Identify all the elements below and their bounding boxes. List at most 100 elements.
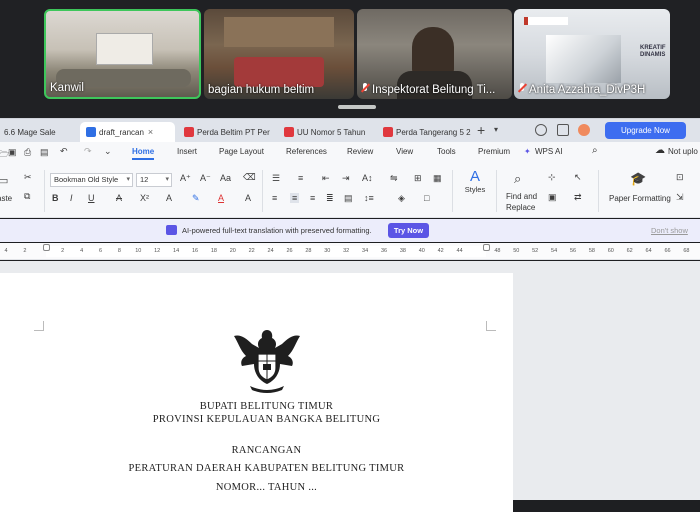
cursor-icon[interactable]: ↖ xyxy=(574,172,582,183)
cloud-status[interactable]: Not uplo xyxy=(668,147,698,156)
align-center-icon[interactable]: ≡ xyxy=(290,193,300,203)
justify-icon[interactable]: ≣ xyxy=(326,193,334,204)
strikethrough-icon[interactable]: A xyxy=(116,193,122,203)
image-icon[interactable]: ▣ xyxy=(548,192,557,203)
line-spacing-icon[interactable]: ↕≡ xyxy=(364,193,374,203)
doc-line-rancangan[interactable]: RANCANGAN xyxy=(0,445,533,456)
ruler-tick-label: 42 xyxy=(437,248,444,254)
numbering-icon[interactable]: ≡ xyxy=(298,173,303,183)
shading-icon[interactable]: ◈ xyxy=(398,193,405,204)
show-marks-icon[interactable]: ⇋ xyxy=(390,173,398,184)
sort-icon[interactable]: A↕ xyxy=(362,173,373,183)
menu-review[interactable]: Review xyxy=(347,147,373,156)
upgrade-now-button[interactable]: Upgrade Now xyxy=(605,122,686,139)
dont-show-link[interactable]: Don't show xyxy=(651,226,688,235)
tab-mage-sale[interactable]: 6.6 Mage Sale xyxy=(0,122,76,143)
text-effect-icon[interactable]: A xyxy=(166,193,172,203)
copy-icon[interactable]: ⧉ xyxy=(24,191,30,202)
increase-indent-icon[interactable]: ⇥ xyxy=(342,173,350,184)
font-size-select[interactable]: 12 ▾ xyxy=(136,173,172,187)
char-shading-icon[interactable]: A xyxy=(245,193,251,203)
ribbon-more-icon[interactable]: ⇲ xyxy=(676,192,684,203)
paste-icon[interactable]: ▭ xyxy=(0,174,8,187)
print-icon[interactable]: ⎙ xyxy=(24,147,31,158)
styles-button[interactable]: A Styles xyxy=(458,168,492,212)
menu-page-layout[interactable]: Page Layout xyxy=(219,147,264,156)
borders-icon[interactable]: ⊞ xyxy=(414,173,422,184)
ruler-tick-label: 60 xyxy=(607,248,614,254)
history-icon[interactable] xyxy=(535,124,547,136)
font-color-icon[interactable]: A xyxy=(218,193,224,203)
ruler-tick-label: 44 xyxy=(456,248,463,254)
horizontal-ruler[interactable]: 4 2 2 4 6 8 10 12 14 16 18 20 22 24 26 28 30 32 34 36 38 40 42… xyxy=(0,243,700,260)
align-left-icon[interactable]: ≡ xyxy=(272,193,277,203)
menu-insert[interactable]: Insert xyxy=(177,147,197,156)
cut-icon[interactable]: ✂ xyxy=(24,172,32,183)
participant-tile-inspektorat[interactable]: Inspektorat Belitung Ti... xyxy=(357,9,512,99)
border-box-icon[interactable]: □ xyxy=(424,193,429,203)
right-indent-marker[interactable] xyxy=(483,244,490,251)
tab-perda-tangerang[interactable]: Perda Tangerang 5 2 xyxy=(377,122,471,143)
highlight-icon[interactable]: ✎ xyxy=(192,193,200,204)
grow-font-icon[interactable]: A⁺ xyxy=(180,173,191,184)
change-case-icon[interactable]: Aa xyxy=(220,173,231,183)
new-tab-icon[interactable]: + xyxy=(477,122,485,138)
clear-format-icon[interactable]: ⌫ xyxy=(243,172,256,183)
doc-line-provinsi[interactable]: PROVINSI KEPULAUAN BANGKA BELITUNG xyxy=(0,414,533,425)
ruler-tick-label: 20 xyxy=(229,248,236,254)
doc-line-nomor[interactable]: NOMOR... TAHUN ... xyxy=(0,482,533,493)
paper-formatting-label[interactable]: Paper Formatting xyxy=(609,194,671,203)
redo-icon[interactable]: ↷ xyxy=(84,146,92,157)
underline-icon[interactable]: U xyxy=(88,193,95,203)
decrease-indent-icon[interactable]: ⇤ xyxy=(322,173,330,184)
undo-icon[interactable]: ↶ xyxy=(60,146,68,157)
try-now-button[interactable]: Try Now xyxy=(388,223,429,238)
distributed-icon[interactable]: ▤ xyxy=(344,193,353,204)
align-right-icon[interactable]: ≡ xyxy=(310,193,315,203)
avatar[interactable] xyxy=(578,124,590,136)
chevron-down-icon[interactable]: ⌄ xyxy=(104,146,112,157)
tab-perda-beltim[interactable]: Perda Beltim PT Per xyxy=(178,122,274,143)
menu-premium[interactable]: Premium xyxy=(478,147,510,156)
paste-label[interactable]: aste xyxy=(0,194,12,203)
participant-tile-bagian-hukum[interactable]: bagian hukum beltim xyxy=(204,9,354,99)
find-replace-label-1[interactable]: Find and xyxy=(506,192,537,201)
scroll-indicator[interactable] xyxy=(338,105,376,109)
search-icon[interactable]: ⌕ xyxy=(592,145,598,156)
ruler-tick-label: 34 xyxy=(362,248,369,254)
menu-references[interactable]: References xyxy=(286,147,327,156)
ruler-tick-label: 12 xyxy=(154,248,161,254)
participant-tile-anita[interactable]: KREATIF DINAMIS Anita Azzahra_DivP3H xyxy=(514,9,670,99)
menu-view[interactable]: View xyxy=(396,147,413,156)
search-icon[interactable]: ⌕ xyxy=(514,171,521,187)
menu-wps-ai[interactable]: WPS AI xyxy=(535,147,563,156)
window-icon[interactable] xyxy=(557,124,569,136)
menu-tools[interactable]: Tools xyxy=(437,147,456,156)
bullets-icon[interactable]: ☰ xyxy=(272,173,280,184)
shrink-font-icon[interactable]: A⁻ xyxy=(200,173,211,184)
replace-icon[interactable]: ⇄ xyxy=(574,192,582,203)
superscript-icon[interactable]: X² xyxy=(140,193,149,203)
font-family-select[interactable]: Bookman Old Style ▾ xyxy=(50,173,133,187)
ribbon-more-icon[interactable]: ⊡ xyxy=(676,172,684,183)
bold-icon[interactable]: B xyxy=(52,193,59,203)
find-replace-label-2[interactable]: Replace xyxy=(506,203,535,212)
indent-marker[interactable] xyxy=(43,244,50,251)
chevron-down-icon[interactable]: ▾ xyxy=(494,125,498,134)
print-preview-icon[interactable]: ▤ xyxy=(40,147,49,158)
tab-uu-nomor-5[interactable]: UU Nomor 5 Tahun xyxy=(278,122,370,143)
wps-ai-icon: ✦ xyxy=(524,147,531,156)
ruler-tick-label: 54 xyxy=(551,248,558,254)
doc-line-peraturan[interactable]: PERATURAN DAERAH KABUPATEN BELITUNG TIMU… xyxy=(0,463,533,474)
table-icon[interactable]: ▦ xyxy=(433,173,442,184)
menu-home[interactable]: Home xyxy=(132,147,155,160)
tab-draft-rancangan[interactable]: draft_rancan × xyxy=(80,122,175,143)
italic-icon[interactable]: I xyxy=(70,193,73,203)
select-icon[interactable]: ⊹ xyxy=(548,172,556,183)
close-tab-icon[interactable]: × xyxy=(148,127,153,137)
participant-tile-kanwil[interactable]: Kanwil xyxy=(44,9,201,99)
doc-line-bupati[interactable]: BUPATI BELITUNG TIMUR xyxy=(0,401,533,412)
ruler-tick-label: 56 xyxy=(569,248,577,254)
save-icon[interactable]: ▣ xyxy=(8,147,17,158)
paper-formatting-icon[interactable]: 🎓 xyxy=(630,171,646,187)
